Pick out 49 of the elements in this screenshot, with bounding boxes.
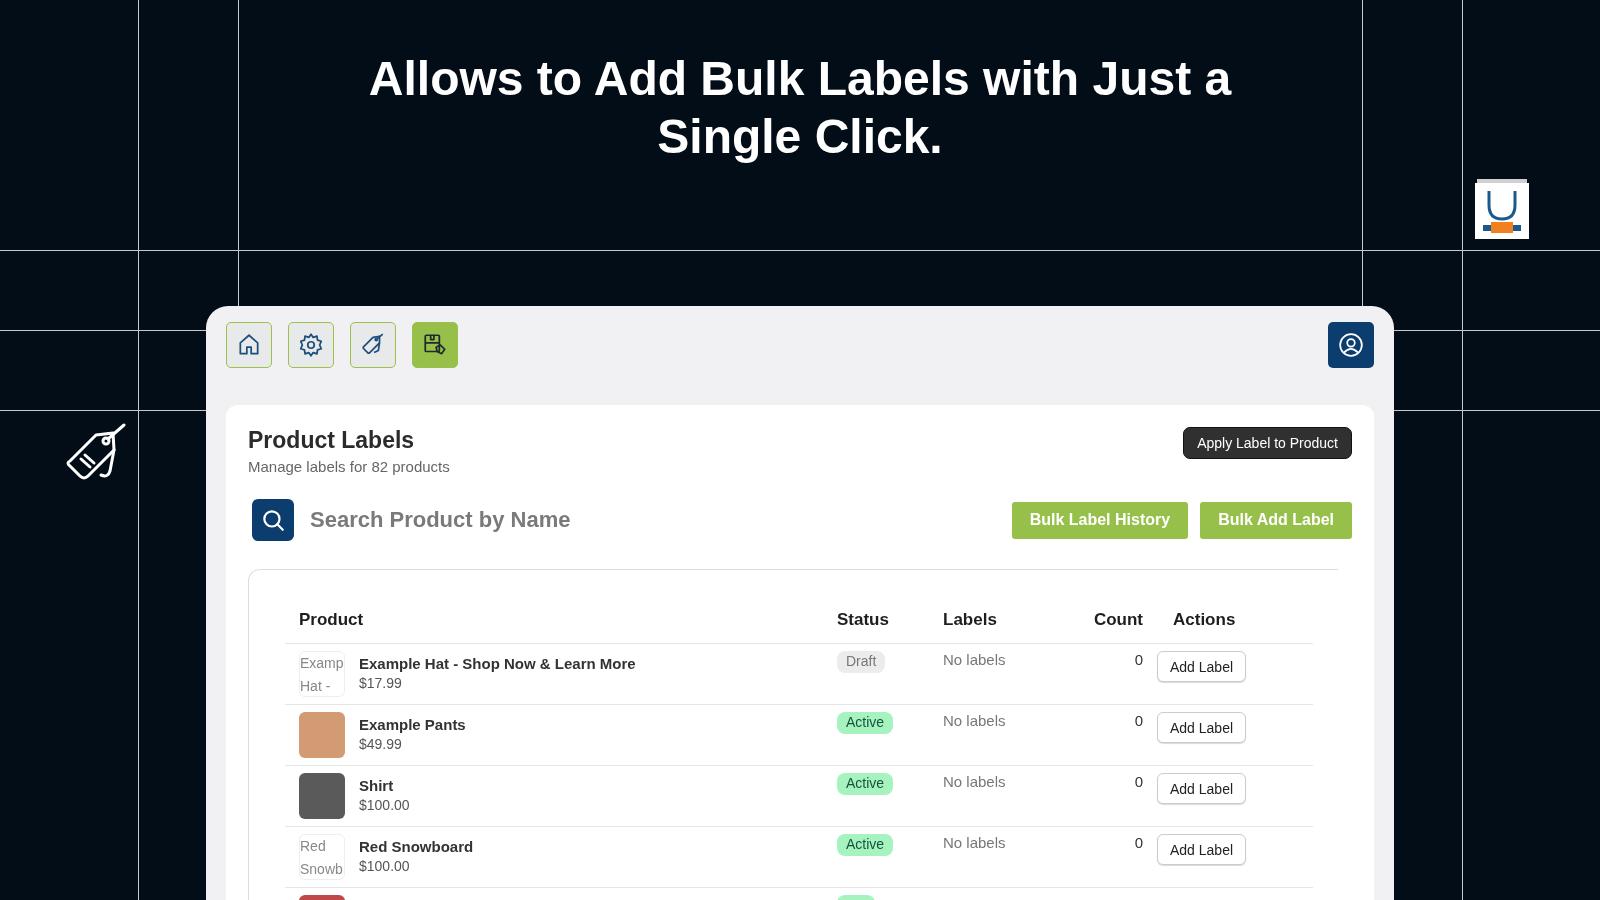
home-button[interactable] <box>226 322 272 368</box>
column-header: Actions <box>1172 610 1237 630</box>
image-alt-text: Red Snowb <box>299 834 345 880</box>
count-text: 0 <box>1134 834 1143 851</box>
product-name: Red Snowboard <box>359 838 474 855</box>
status-badge: Active <box>837 712 894 734</box>
labels-text: No labels <box>943 651 1006 668</box>
add-label-button[interactable]: Add Label <box>1157 834 1247 865</box>
status-badge: Draft <box>837 651 886 673</box>
box-tag-icon <box>422 332 448 358</box>
labels-text: No labels <box>943 712 1006 729</box>
shopping-bag-icon <box>1473 179 1531 241</box>
product-price: $17.99 <box>359 675 403 691</box>
apply-label-button[interactable]: Apply Label to Product <box>1183 427 1352 459</box>
status-badge: Active <box>837 834 894 856</box>
headline: Allows to Add Bulk Labels with Just a Single Click. <box>367 51 1233 165</box>
settings-icon <box>298 332 324 358</box>
product-price: $100.00 <box>359 858 411 874</box>
column-header: Product <box>298 610 365 630</box>
product-name: Example Pants <box>359 716 466 733</box>
profile-button[interactable] <box>1328 322 1374 368</box>
status-badge: Active <box>837 773 894 795</box>
product-price: $100.00 <box>359 797 410 813</box>
labels-text: No labels <box>943 834 1006 851</box>
home-icon <box>236 332 262 358</box>
count-text: 0 <box>1134 773 1143 790</box>
column-header: Count <box>1092 610 1143 630</box>
labels-text: No labels <box>943 773 1006 790</box>
settings-button[interactable] <box>288 322 334 368</box>
photo-placeholder <box>299 712 345 758</box>
product-name: Shirt <box>359 777 395 794</box>
column-header: Labels <box>943 610 998 630</box>
add-label-button[interactable]: Add Label <box>1157 773 1247 804</box>
page-title: Product Labels <box>248 427 416 454</box>
count-text: 0 <box>1134 712 1143 729</box>
column-header: Status <box>837 610 890 630</box>
product-price: $49.99 <box>359 736 403 752</box>
user-icon <box>1338 332 1364 358</box>
tag-button[interactable] <box>350 322 396 368</box>
image-alt-text: Examp Hat - <box>299 651 345 697</box>
photo-placeholder <box>299 773 345 819</box>
box-tag-button[interactable] <box>412 322 458 368</box>
search-field[interactable]: Search Product by Name <box>310 507 730 533</box>
product-name: Example Hat - Shop Now & Learn More <box>359 655 636 672</box>
search-icon[interactable] <box>252 499 294 541</box>
add-label-button[interactable]: Add Label <box>1157 651 1247 682</box>
page-subtitle: Manage labels for 82 products <box>248 458 450 475</box>
count-text: 0 <box>1134 651 1143 668</box>
add-label-button[interactable]: Add Label <box>1157 712 1247 743</box>
